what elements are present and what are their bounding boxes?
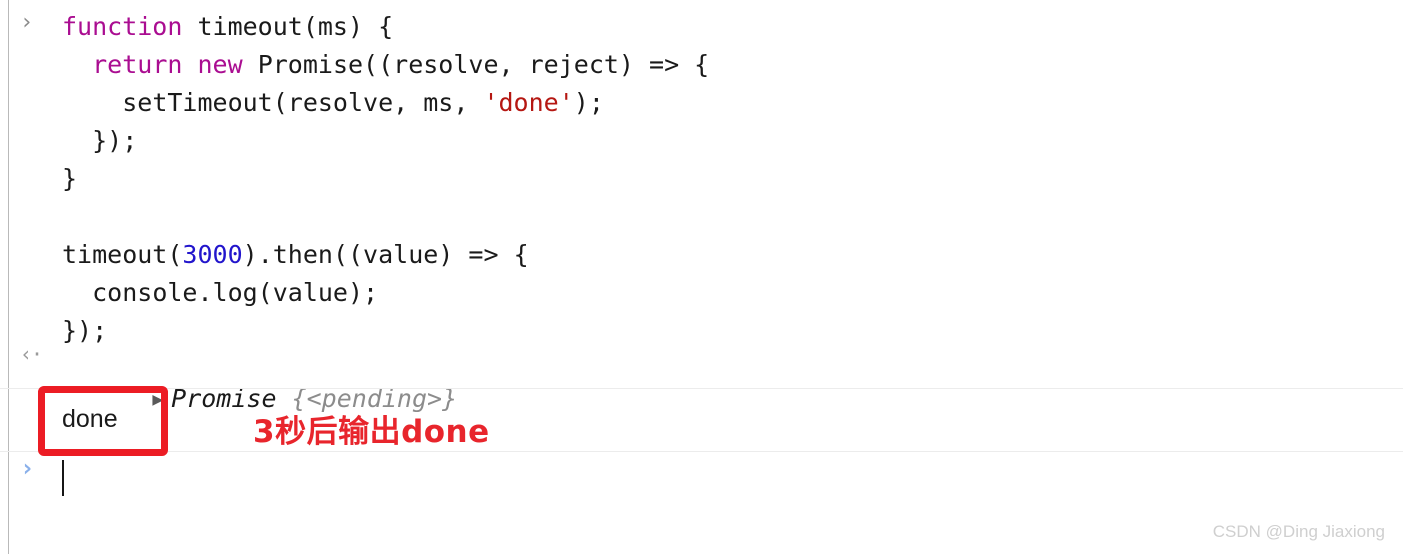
input-prompt-icon: › (20, 10, 34, 35)
code-token-number: 3000 (182, 240, 243, 269)
code-line: }); (62, 122, 709, 160)
csdn-watermark: CSDN @Ding Jiaxiong (1212, 522, 1385, 541)
code-token-plain: setTimeout(resolve, ms, (122, 88, 484, 117)
code-token-keyword: return (92, 50, 183, 79)
console-input-code[interactable]: function timeout(ms) { return new Promis… (62, 8, 709, 350)
code-line: timeout(3000).then((value) => { (62, 236, 709, 274)
console-input-message[interactable]: › function timeout(ms) { return new Prom… (0, 0, 1403, 346)
code-token-plain: Promise((resolve, reject) => { (242, 50, 710, 79)
code-token-plain: }); (92, 126, 138, 155)
code-token-plain: ).then((value) => { (242, 240, 529, 269)
code-token-keyword: function (62, 12, 183, 41)
console-log-message[interactable]: done (0, 390, 1403, 450)
annotation-caption: 3秒后输出done (253, 414, 490, 450)
active-prompt-icon: › (20, 454, 35, 482)
code-token-string: 'done' (483, 88, 574, 117)
code-line: setTimeout(resolve, ms, 'done'); (62, 84, 709, 122)
code-token-keyword: new (197, 50, 243, 79)
text-caret (62, 460, 64, 496)
code-token-plain: timeout(ms) { (182, 12, 394, 41)
code-line: } (62, 160, 709, 198)
code-token-plain: timeout( (62, 240, 183, 269)
console-separator-top (0, 388, 1403, 389)
console-result-message[interactable]: ‹· ▶ Promise {<pending>} (0, 340, 1403, 413)
code-line: function timeout(ms) { (62, 8, 709, 46)
devtools-console-panel[interactable]: › function timeout(ms) { return new Prom… (0, 0, 1403, 554)
code-token-plain: console.log(value); (92, 278, 379, 307)
result-arrow-icon: ‹· (20, 342, 43, 366)
code-line: console.log(value); (62, 274, 709, 312)
console-log-text: done (62, 405, 118, 433)
console-active-prompt-row[interactable]: › (0, 452, 1403, 502)
code-token-plain: } (62, 164, 78, 193)
code-line: return new Promise((resolve, reject) => … (62, 46, 709, 84)
code-token-plain: ); (573, 88, 604, 117)
